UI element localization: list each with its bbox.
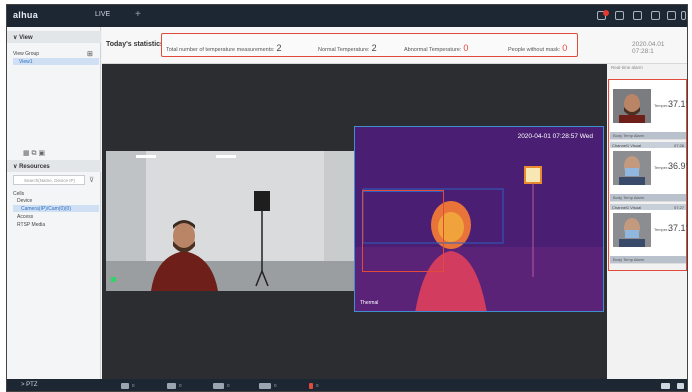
monitor-icon[interactable] xyxy=(615,11,624,20)
group-count: 0 xyxy=(179,383,182,388)
resources-title: Resources xyxy=(19,164,50,170)
camera-snapshot-icon[interactable] xyxy=(661,383,670,389)
temperature-value: 37.1° xyxy=(668,99,688,109)
video-area[interactable]: 2020-04-01 07:28:57 Wed Thermal xyxy=(102,64,607,380)
ptz-label: PTZ xyxy=(26,382,38,388)
alarm-card[interactable]: Temper... 37.1° Body Temp Alarm xyxy=(610,80,688,140)
normal-temperature: Normal Temperature: 2 xyxy=(318,43,377,53)
abnormal-temperature: Abnormal Temperature: 0 xyxy=(404,43,468,53)
abnormal-label: Abnormal Temperature: xyxy=(404,47,462,53)
top-bar: alhua LIVE + xyxy=(7,5,687,27)
nomask-value: 0 xyxy=(562,43,568,53)
people-group-icon[interactable] xyxy=(167,383,176,389)
settings-icon[interactable] xyxy=(633,11,642,20)
view-section-header[interactable]: ∨ View xyxy=(7,31,101,43)
total-measurements: Total number of temperature measurements… xyxy=(166,43,282,53)
bicycle-icon[interactable] xyxy=(259,383,271,389)
app-logo: alhua xyxy=(13,10,39,20)
face-thumbnail xyxy=(613,213,651,247)
person-count: 0 xyxy=(132,383,135,388)
alarm-marker-icon[interactable] xyxy=(309,383,313,389)
statistics-box: Total number of temperature measurements… xyxy=(161,33,578,57)
channel-bar: Channel1 Visual 07:26 xyxy=(610,142,686,148)
total-value: 2 xyxy=(276,43,282,53)
total-label: Total number of temperature measurements… xyxy=(166,47,275,53)
view1-item[interactable]: View1 xyxy=(19,59,33,65)
alarm-time: 07:27 xyxy=(673,205,684,210)
add-tab-button[interactable]: + xyxy=(135,9,141,20)
car-icon[interactable] xyxy=(213,383,224,389)
channel-name: Channel1 Visual xyxy=(612,143,642,148)
temperature-value: 37.1° xyxy=(668,223,688,233)
left-panel: ∨ View View Group ⊞ View1 ▦ ⧉ ▣ ∨ Resour… xyxy=(7,27,101,379)
person-icon[interactable] xyxy=(121,383,129,389)
alarm-type: Body Temp Alarm xyxy=(610,132,686,139)
ptz-toggle[interactable]: > PTZ xyxy=(21,382,38,388)
people-without-mask: People without mask: 0 xyxy=(508,43,567,53)
bicycle-count: 0 xyxy=(274,383,277,388)
normal-value: 2 xyxy=(371,43,377,53)
view-title: View xyxy=(19,35,33,41)
realtime-alarm-panel: Real-time alarm Temper... 37.1° Body Tem… xyxy=(607,64,687,380)
resources-section-header[interactable]: ∨ Resources xyxy=(7,160,101,172)
current-datetime: 2020.04.01 07:28:1 xyxy=(632,41,665,55)
add-view-icon[interactable]: ⊞ xyxy=(87,50,93,58)
face-thumbnail xyxy=(613,89,651,123)
tree-rtsp-media[interactable]: RTSP Media xyxy=(17,222,45,228)
tree-device[interactable]: Device xyxy=(17,198,32,204)
notification-badge xyxy=(603,10,609,16)
user-icon[interactable] xyxy=(681,11,686,20)
alarm-type: Body Temp Alarm xyxy=(610,194,686,201)
alarm-card[interactable]: Channel1 Visual 07:26 Temper... 36.9° Bo… xyxy=(610,142,688,202)
visual-camera-feed[interactable] xyxy=(106,151,356,291)
view-group-item[interactable]: View Group xyxy=(13,51,39,57)
alarm-type: Body Temp Alarm xyxy=(610,256,686,263)
face-thumbnail xyxy=(613,151,651,185)
shield-icon[interactable] xyxy=(651,11,660,20)
thermal-channel-label: Thermal xyxy=(360,300,379,306)
layout-icon[interactable] xyxy=(677,383,684,389)
visual-feed-image xyxy=(106,151,356,291)
nomask-label: People without mask: xyxy=(508,47,561,53)
bottom-toolbar: > PTZ 0 0 0 0 0 xyxy=(7,379,687,391)
thermal-camera-feed[interactable]: 2020-04-01 07:28:57 Wed Thermal xyxy=(354,126,604,312)
alarm-card[interactable]: Channel1 Visual 07:27 Temper... 37.1° Bo… xyxy=(610,204,688,264)
app-window: alhua LIVE + ∨ View View Group ⊞ View1 ▦… xyxy=(6,4,688,392)
channel-name: Channel1 Visual xyxy=(612,205,642,210)
channel-bar: Channel1 Visual 07:27 xyxy=(610,204,686,210)
resource-search-input[interactable]: Search(Name, Device IP) xyxy=(13,175,85,185)
tab-live[interactable]: LIVE xyxy=(95,11,110,18)
face-detection-box xyxy=(362,190,444,272)
thermal-timestamp: 2020-04-01 07:28:57 Wed xyxy=(517,133,593,140)
alarm-highlight-box: Temper... 37.1° Body Temp Alarm Channel1… xyxy=(608,79,687,271)
help-icon[interactable] xyxy=(667,11,676,20)
statistics-title: Today's statistics xyxy=(106,41,164,48)
tree-root[interactable]: Cells xyxy=(13,191,24,197)
normal-label: Normal Temperature: xyxy=(318,47,370,53)
statistics-bar: Today's statistics Total number of tempe… xyxy=(102,27,687,64)
tree-camera[interactable]: Camera(IP)/Cam(0)(0) xyxy=(21,206,71,212)
alarm-panel-header: Real-time alarm xyxy=(611,65,643,70)
car-count: 0 xyxy=(227,383,230,388)
grid-toolbar-icons[interactable]: ▦ ⧉ ▣ xyxy=(23,149,45,158)
filter-icon[interactable]: ⊽ xyxy=(89,176,94,184)
alarm-time: 07:26 xyxy=(673,143,684,148)
temperature-value: 36.9° xyxy=(668,161,688,171)
alarm-count: 0 xyxy=(316,383,319,388)
tree-access[interactable]: Access xyxy=(17,214,33,220)
abnormal-value: 0 xyxy=(463,43,469,53)
